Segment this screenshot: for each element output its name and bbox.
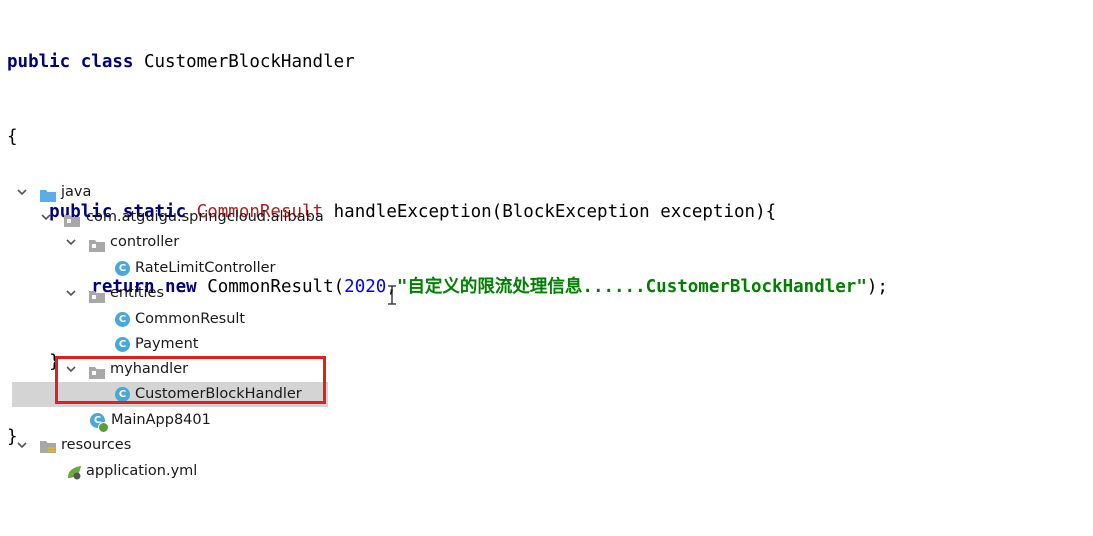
highlight-box: [55, 356, 326, 404]
code-line-2: {: [7, 127, 18, 147]
keyword: public class: [7, 52, 144, 72]
package-icon: [89, 236, 105, 252]
chevron-down-icon[interactable]: [17, 187, 27, 197]
tree-item-label: java: [61, 184, 92, 200]
statement-end: );: [866, 277, 888, 297]
string-literal: "自定义的限流处理信息......CustomerBlockHandler": [396, 277, 867, 297]
folder-icon: [40, 186, 56, 202]
text-cursor-icon: [387, 285, 397, 305]
tree-item-label: MainApp8401: [111, 412, 211, 428]
class-name: CustomerBlockHandler: [143, 52, 355, 72]
run-badge-icon: [98, 422, 109, 433]
code-line-1: public class CustomerBlockHandler: [7, 50, 888, 75]
class-icon: C: [115, 261, 130, 276]
chevron-down-icon[interactable]: [66, 237, 76, 247]
tree-item-label: entities: [110, 285, 165, 301]
tree-item-label: application.yml: [86, 463, 198, 479]
chevron-down-icon[interactable]: [41, 212, 51, 222]
chevron-down-icon[interactable]: [66, 288, 76, 298]
method-signature: handleException(BlockException exception…: [323, 202, 777, 222]
tree-item-label: resources: [61, 437, 132, 453]
number-literal: 2020: [344, 277, 387, 297]
tree-item-label: CommonResult: [135, 311, 246, 327]
class-icon: C: [115, 337, 130, 352]
tree-item-label: RateLimitController: [135, 260, 276, 276]
chevron-down-icon[interactable]: [17, 440, 27, 450]
resources-folder-icon: [40, 439, 56, 453]
class-icon: C: [115, 312, 130, 327]
tree-item-label: com.atguigu.springcloud.alibaba: [86, 209, 324, 225]
package-icon: [64, 211, 80, 227]
tree-item-label: controller: [110, 234, 180, 250]
package-icon: [89, 287, 105, 303]
spring-leaf-icon: [66, 464, 82, 480]
tree-item-label: Payment: [135, 336, 199, 352]
